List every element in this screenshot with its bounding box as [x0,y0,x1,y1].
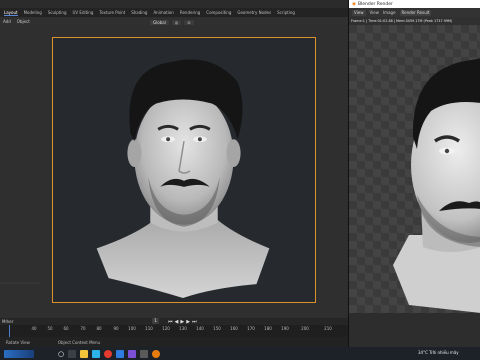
workspace-tabbar: Layout Modeling Sculpting UV Editing Tex… [0,8,348,17]
edge-icon[interactable] [92,349,101,358]
title-strip [0,0,348,8]
tab-scripting[interactable]: Scripting [277,10,295,15]
3d-viewport[interactable] [0,25,348,318]
tick-label: 210 [324,326,332,331]
render-window: ◉ Blender Render View View Image Render … [348,0,480,347]
3d-app-icon[interactable] [140,349,149,358]
tab-geometry-nodes[interactable]: Geometry Nodes [237,10,271,15]
snap-icon[interactable]: ◎ [171,19,182,25]
tab-modeling[interactable]: Modeling [24,10,42,15]
tick-label: 150 [213,326,221,331]
tab-animation[interactable]: Animation [153,10,173,15]
tab-sculpting[interactable]: Sculpting [48,10,67,15]
editor-type-dropdown[interactable]: View [352,9,366,16]
render-image-area[interactable] [349,25,480,313]
tab-uv-editing[interactable]: UV Editing [73,10,94,15]
menu-object[interactable]: Object [17,19,30,24]
menu-image[interactable]: Image [383,10,396,15]
photoshop-icon[interactable] [116,349,125,358]
tab-rendering[interactable]: Rendering [180,10,200,15]
blender-logo-icon: ◉ [352,1,356,7]
tick-label: 140 [196,326,204,331]
render-result-dropdown[interactable]: Render Result [399,9,432,16]
render-footer [349,313,480,347]
blender-taskbar-icon[interactable] [152,349,161,358]
tick-label: 160 [230,326,238,331]
windows-taskbar: ○ [0,347,480,360]
render-info: Frame:1 | Time:01:02.88 | Mem:3459.17M (… [349,17,480,25]
render-stats: Frame:1 | Time:01:02.88 | Mem:3459.17M (… [351,19,453,23]
app-icon[interactable] [128,349,137,358]
tick-label: 120 [162,326,170,331]
tab-layout[interactable]: Layout [4,10,18,16]
proportional-edit-icon[interactable]: ⊙ [184,19,194,25]
tab-shading[interactable]: Shading [131,10,147,15]
tick-label: 70 [80,326,86,331]
transform-orientation-dropdown[interactable]: Global [150,19,169,25]
render-window-titlebar: ◉ Blender Render [349,0,480,8]
chrome-icon[interactable] [104,349,113,358]
tick-label: 170 [247,326,255,331]
status-bar: Rotate View Object Context Menu [0,337,348,347]
tick-label: 100 [128,326,136,331]
tick-label: 80 [96,326,102,331]
tick-label: 110 [145,326,153,331]
timeline-ruler[interactable]: 40 50 60 70 80 90 100 110 120 130 140 15… [0,325,348,337]
menu-view[interactable]: View [370,10,380,15]
render-menu-bar: View View Image Render Result [349,8,480,17]
current-frame-field[interactable]: 1 [152,318,159,324]
status-rotate-view: Rotate View [6,339,30,345]
tick-label: 90 [113,326,119,331]
playhead[interactable] [9,325,10,337]
blender-main-window: Layout Modeling Sculpting UV Editing Tex… [0,0,348,347]
tick-label: 50 [47,326,53,331]
tick-label: 130 [179,326,187,331]
camera-view-frame [52,37,316,303]
search-icon[interactable]: ○ [58,350,64,358]
menu-add[interactable]: Add [3,19,11,24]
task-view-icon[interactable] [68,349,77,358]
timeline-marker-label[interactable]: Mrker [2,319,13,324]
tick-label: 200 [301,326,309,331]
tab-compositing[interactable]: Compositing [206,10,231,15]
head-render-image [96,59,270,299]
wallpaper-thumbnail [4,349,34,358]
tick-label: 180 [264,326,272,331]
tab-texture-paint[interactable]: Texture Paint [99,10,125,15]
tick-label: 40 [31,326,37,331]
file-explorer-icon[interactable] [80,349,89,358]
render-result-image [393,58,480,313]
weather-widget[interactable]: 34°C Trời nhiều mây [418,350,459,355]
tick-label: 60 [63,326,69,331]
render-window-title: Blender Render [357,1,393,7]
status-context-menu: Object Context Menu [57,339,101,345]
tick-label: 190 [281,326,289,331]
